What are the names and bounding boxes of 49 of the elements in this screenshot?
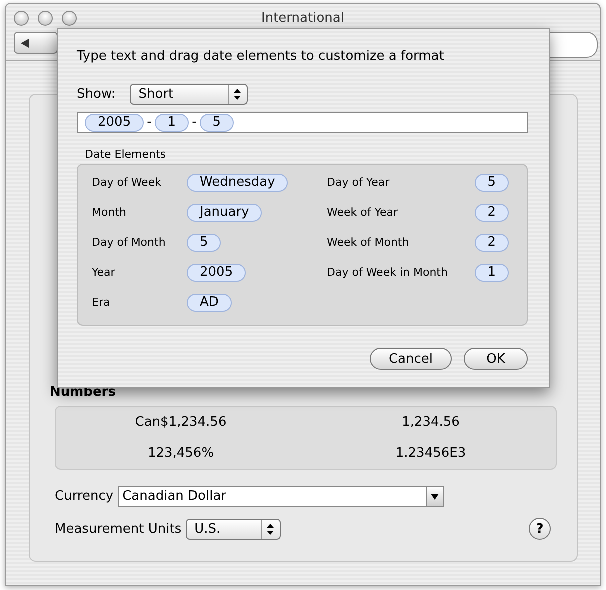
element-label: Day of Week — [92, 175, 162, 191]
element-label: Day of Month — [92, 235, 167, 251]
up-down-arrows-icon — [267, 524, 274, 534]
element-label: Month — [92, 205, 128, 221]
date-element-token[interactable]: 5 — [200, 114, 234, 132]
format-field[interactable]: 2005 - 1 - 5 — [77, 112, 528, 133]
window-title: International — [262, 10, 344, 26]
show-label: Show: — [77, 87, 116, 102]
element-label: Era — [92, 295, 112, 311]
up-down-arrows-icon — [234, 89, 242, 100]
back-button[interactable] — [14, 32, 58, 54]
window-control-button[interactable] — [62, 11, 77, 26]
currency-label: Currency — [55, 489, 114, 504]
left-triangle-icon — [21, 38, 29, 48]
element-label: Year — [92, 265, 116, 281]
date-element-token[interactable]: Wednesday — [187, 174, 288, 192]
date-element-token[interactable]: 5 — [474, 174, 509, 192]
dialog-button[interactable]: Cancel — [370, 348, 452, 370]
separator-text: - — [147, 115, 152, 130]
element-label: Day of Week in Month — [327, 265, 448, 281]
number-sample: 1,234.56 — [401, 415, 461, 430]
number-sample: 123,456% — [146, 446, 216, 461]
date-element-token[interactable]: 5 — [187, 234, 222, 252]
number-sample: Can$1,234.56 — [134, 415, 228, 430]
date-element-token[interactable]: 2 — [474, 204, 509, 222]
down-triangle-icon — [430, 494, 439, 500]
date-element-token[interactable]: January — [187, 204, 262, 222]
element-label: Week of Year — [327, 205, 398, 221]
show-popup[interactable]: Short — [130, 84, 248, 105]
date-element-token[interactable]: AD — [187, 294, 232, 312]
element-label: Day of Year — [327, 175, 390, 191]
section-heading: Numbers — [50, 385, 117, 400]
separator-text: - — [192, 115, 197, 130]
group-title: Date Elements — [85, 148, 168, 161]
date-element-token[interactable]: 2005 — [187, 264, 246, 282]
dialog-button[interactable]: OK — [464, 348, 528, 370]
help-button[interactable]: ? — [529, 518, 551, 540]
window-control-button[interactable] — [14, 11, 29, 26]
number-sample: 1.23456E3 — [394, 446, 468, 461]
date-element-token[interactable]: 2005 — [85, 114, 144, 132]
window-control-button[interactable] — [38, 11, 53, 26]
date-element-token[interactable]: 2 — [474, 234, 509, 252]
measurement-units-popup[interactable]: U.S. — [186, 518, 281, 540]
element-label: Week of Month — [327, 235, 410, 251]
instruction-text: Type text and drag date elements to customize a format — [77, 49, 446, 64]
date-element-token[interactable]: 1 — [474, 264, 509, 282]
measurement-units-label: Measurement Units — [55, 522, 182, 536]
currency-combo-box[interactable]: Canadian Dollar — [118, 486, 444, 507]
date-element-token[interactable]: 1 — [154, 114, 190, 132]
